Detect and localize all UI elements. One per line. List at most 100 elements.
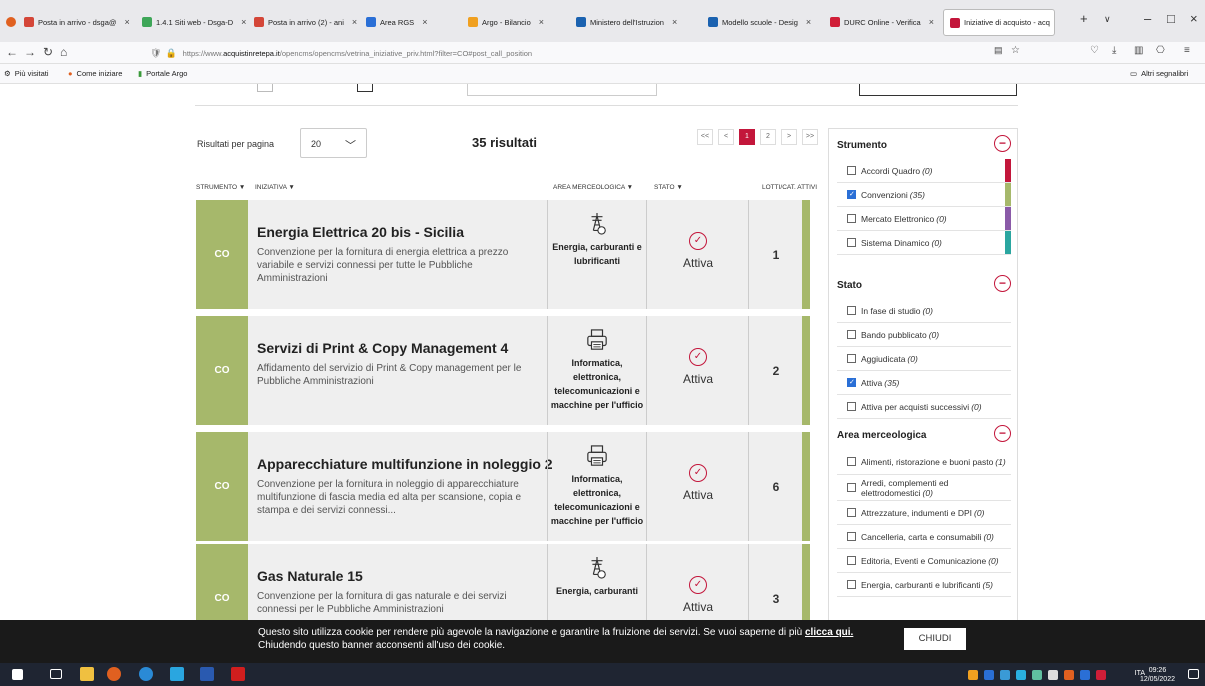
browser-tab[interactable]: 1.4.1 Siti web - Dsga-D × (142, 13, 250, 31)
firefox-menu-icon[interactable] (6, 13, 16, 31)
close-tab-icon[interactable]: × (422, 17, 427, 27)
initiative-title[interactable]: Apparecchiature multifunzione in noleggi… (257, 456, 553, 472)
bookmark-come-iniziare[interactable]: ● Come iniziare (68, 69, 122, 78)
bookmark-piu-visitati[interactable]: ⚙ Più visitati (4, 69, 49, 78)
edge-icon[interactable] (139, 667, 153, 681)
cookie-close-button[interactable]: CHIUDI (904, 628, 966, 650)
tray-icon[interactable] (1080, 670, 1090, 680)
filter-option[interactable]: Energia, carburanti e lubrificanti (5) (837, 573, 1011, 597)
col-header-iniziativa[interactable]: INIZIATIVA ▼ (255, 184, 295, 191)
checkbox[interactable] (847, 378, 856, 387)
initiative-row[interactable]: CO Gas Naturale 15 Convenzione per la fo… (196, 544, 810, 620)
results-per-page-select[interactable]: 20 ﹀ (300, 128, 367, 158)
checkbox[interactable] (847, 402, 856, 411)
col-header-stato[interactable]: STATO ▼ (654, 184, 683, 191)
notifications-icon[interactable] (1188, 669, 1199, 679)
tray-icon[interactable] (968, 670, 978, 680)
firefox-taskbar-icon[interactable] (107, 667, 121, 681)
filter-option[interactable]: Cancelleria, carta e consumabili (0) (837, 525, 1011, 549)
checkbox[interactable] (847, 483, 856, 492)
checkbox[interactable] (847, 306, 856, 315)
cookie-more-link[interactable]: clicca qui. (805, 627, 853, 638)
close-tab-icon[interactable]: × (241, 17, 246, 27)
filter-option[interactable]: Convenzioni(35) (837, 183, 1011, 207)
file-explorer-icon[interactable] (80, 667, 94, 681)
checkbox[interactable] (847, 238, 856, 247)
close-tab-icon[interactable]: × (806, 17, 811, 27)
browser-tab[interactable]: Argo - Bilancio × (468, 13, 572, 31)
bookmark-star-icon[interactable]: ☆ (1011, 45, 1020, 56)
tray-icon[interactable] (1096, 670, 1106, 680)
filter-option[interactable]: Arredi, complementi ed elettrodomestici(… (837, 475, 1011, 501)
checkbox[interactable] (847, 190, 856, 199)
other-bookmarks[interactable]: ▭ Altri segnalibri (1130, 69, 1188, 78)
close-tab-icon[interactable]: × (672, 17, 677, 27)
pager-item[interactable]: 1 (739, 129, 755, 145)
filter-option[interactable]: Alimenti, ristorazione e buoni pasto (1) (837, 449, 1011, 475)
pager-item[interactable]: < (718, 129, 734, 145)
pager-item[interactable]: >> (802, 129, 818, 145)
pager-item[interactable]: << (697, 129, 713, 145)
checkbox[interactable] (847, 330, 856, 339)
browser-tab[interactable]: Iniziative di acquisto - acq× (943, 9, 1055, 36)
checkbox[interactable] (847, 508, 856, 517)
initiative-title[interactable]: Servizi di Print & Copy Management 4 (257, 340, 508, 356)
filter-checkbox[interactable] (357, 84, 373, 92)
collapse-icon[interactable]: − (994, 135, 1011, 152)
minimize-button[interactable]: – (1144, 11, 1151, 26)
filter-option[interactable]: Attiva per acquisti successivi (0) (837, 395, 1011, 419)
clock[interactable]: 09:26 12/05/2022 (1140, 666, 1175, 684)
initiative-title[interactable]: Energia Elettrica 20 bis - Sicilia (257, 224, 464, 240)
close-tab-icon[interactable]: × (539, 17, 544, 27)
tray-icon[interactable] (984, 670, 994, 680)
word-icon[interactable] (200, 667, 214, 681)
filter-option[interactable]: Attiva(35) (837, 371, 1011, 395)
filter-option[interactable]: Bando pubblicato (0) (837, 323, 1011, 347)
back-button[interactable]: ← (6, 45, 18, 59)
checkbox[interactable] (847, 532, 856, 541)
downloads-icon[interactable]: ⤓ (1112, 45, 1116, 56)
filter-option[interactable]: Attrezzature, indumenti e DPI (0) (837, 501, 1011, 525)
filter-option[interactable]: Aggiudicata (0) (837, 347, 1011, 371)
network-app-icon[interactable] (170, 667, 184, 681)
tray-icon[interactable] (1064, 670, 1074, 680)
new-tab-button[interactable]: + (1080, 11, 1088, 26)
col-header-area[interactable]: AREA MERCEOLOGICA ▼ (553, 184, 633, 191)
close-tab-icon[interactable]: × (124, 17, 129, 27)
pager-item[interactable]: 2 (760, 129, 776, 145)
col-header-strumento[interactable]: STRUMENTO ▼ (196, 184, 245, 191)
filter-input[interactable] (467, 84, 657, 96)
filter-option[interactable]: Sistema Dinamico (0) (837, 231, 1011, 255)
account-icon[interactable]: ⎔ (1156, 45, 1165, 56)
checkbox[interactable] (847, 354, 856, 363)
filter-section-title[interactable]: Strumento − (829, 129, 1019, 159)
filter-section-title[interactable]: Area merceologica − (829, 419, 1019, 449)
initiative-row[interactable]: CO Apparecchiature multifunzione in nole… (196, 432, 810, 541)
filter-input[interactable] (859, 84, 1017, 96)
forward-button[interactable]: → (24, 45, 36, 59)
browser-tab[interactable]: Area RGS × (366, 13, 464, 31)
browser-tab[interactable]: Posta in arrivo (2) - ani × (254, 13, 362, 31)
collapse-icon[interactable]: − (994, 275, 1011, 292)
checkbox[interactable] (847, 214, 856, 223)
reload-button[interactable]: ↻ (43, 45, 53, 59)
close-window-button[interactable]: × (1190, 11, 1198, 26)
checkbox[interactable] (847, 457, 856, 466)
reader-view-icon[interactable]: ▤ (994, 45, 1003, 56)
pager-item[interactable]: > (781, 129, 797, 145)
initiative-row[interactable]: CO Energia Elettrica 20 bis - Sicilia Co… (196, 200, 810, 309)
filter-checkbox[interactable] (257, 84, 273, 92)
home-button[interactable]: ⌂ (60, 45, 67, 59)
collapse-icon[interactable]: − (994, 425, 1011, 442)
windows-start-icon[interactable] (12, 669, 23, 680)
tab-list-chevron-icon[interactable]: ∨ (1104, 14, 1111, 25)
tray-icon[interactable] (1016, 670, 1026, 680)
url-bar[interactable]: 🛡 🔒 https://www. acquistinretepa.it/openc… (150, 45, 1035, 61)
initiative-title[interactable]: Gas Naturale 15 (257, 568, 363, 584)
tray-icon[interactable] (1000, 670, 1010, 680)
pocket-icon[interactable]: ♡ (1090, 45, 1099, 56)
tray-icon[interactable] (1048, 670, 1058, 680)
task-view-icon[interactable] (50, 669, 62, 679)
initiative-row[interactable]: CO Servizi di Print & Copy Management 4 … (196, 316, 810, 425)
close-tab-icon[interactable]: × (929, 17, 934, 27)
